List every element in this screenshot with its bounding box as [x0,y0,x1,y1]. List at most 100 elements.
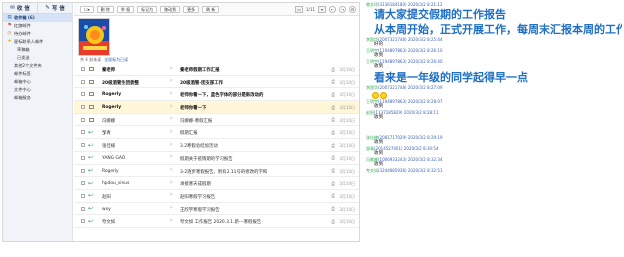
row-checkbox[interactable] [81,105,85,110]
email-subject: 3-2逐步寒假报告，附有2.11号的修改的学和 [180,169,268,175]
email-row[interactable]: ↩ 张佳楠 ⚐ 3.2寒假总结加活动 ⎙ 3月10日 [74,139,359,152]
replied-icon: ↩ [88,217,94,225]
next-page-icon[interactable]: → [339,6,346,13]
email-row[interactable]: 秦老师 ⚐ 秦老师假期工作汇报 ⎙ 3月10日 [74,63,359,76]
flag-outline-icon[interactable]: ⚐ [169,181,173,186]
report-button[interactable]: 举 报 [116,5,135,13]
sidebar-item[interactable]: 已发送 [3,54,72,62]
clock-icon: ◷ [7,31,12,36]
sender-name[interactable]: 夸文如 [366,168,378,173]
sidebar-item[interactable]: 邮件标签 [3,70,72,78]
email-sender: wxy [102,206,111,212]
email-time: 3月10日 [339,155,355,161]
sidebar-item-label: 邮件标签 [14,71,31,76]
promo-banner-image[interactable] [78,18,110,56]
sidebar-item-label: 其他2个文件夹 [14,63,42,68]
compose-button[interactable]: ✎ 写 信 [37,3,72,13]
email-row[interactable]: ↩ hpdou_sinus ⚐ 承接寒天成假期 ⎙ 3月10日 [74,177,359,190]
row-checkbox[interactable] [81,155,85,160]
row-checkbox[interactable] [81,67,85,71]
email-time: 3月10日 [339,67,355,72]
email-row[interactable]: ↩ 邹青 ⚐ 假期汇报 ⎙ 3月10日 [74,126,359,140]
flag-outline-icon[interactable]: ⚐ [169,79,173,84]
flag-icon: ⚑ [7,23,12,28]
email-sender: Rogerly [102,92,122,98]
row-checkbox[interactable] [81,79,85,84]
flag-outline-icon[interactable]: ⚐ [169,143,173,148]
row-checkbox[interactable] [81,130,85,135]
select-all-checkbox[interactable]: ☐▾ [80,5,94,13]
sidebar-item[interactable]: ◷ 待办邮件 [3,30,72,38]
prev-page-icon[interactable]: ← [329,6,336,13]
sidebar-item[interactable]: 草稿箱 [3,46,72,54]
email-row[interactable]: Rogerly ⚐ 老师你看一下，蓝色字体的部分是新改动的 ⎙ 3月10日 [74,88,359,102]
more-dropdown[interactable]: 更多 [183,5,200,13]
sidebar-item[interactable]: ▤ 收件箱 (6) [3,14,72,22]
email-sender: YANG GAO [102,155,126,161]
row-checkbox[interactable] [81,206,85,211]
row-checkbox[interactable] [81,193,85,198]
attachment-icon: ⎙ [331,118,335,124]
email-row[interactable]: 20级酒管生团委整 ⚐ 20级酒管-团支部工作 ⎙ 3月10日 [74,76,359,89]
row-checkbox[interactable] [81,219,85,224]
move-to-dropdown[interactable]: 移动到 [160,5,181,13]
row-checkbox[interactable] [81,143,85,148]
pencil-icon: ✎ [45,5,50,11]
sidebar-item[interactable]: ★ 星标联系人邮件 [3,38,72,46]
flag-outline-icon[interactable]: ⚐ [169,168,173,173]
flag-outline-icon[interactable]: ⚐ [169,155,173,160]
flag-outline-icon[interactable]: ⚐ [169,219,173,224]
highlighted-message: 看来是一年级的同学起得早一点 [374,71,528,84]
flag-outline-icon[interactable]: ⚐ [169,130,173,135]
message-time: 2020/3/2 8:29:19 [407,135,443,140]
email-subject: 王欣宇寒假学习报告 [180,207,220,213]
email-time: 3月10日 [339,117,355,123]
smiley-emoji-icon [372,91,379,99]
email-row[interactable]: ↩ 夸文如 ⚐ 夸文如 工作报告 2020.3.1.新---寒假报告 ⎙ 3月10日 [74,215,359,228]
flag-outline-icon[interactable]: ⚐ [169,92,173,97]
row-checkbox[interactable] [81,168,85,173]
email-row[interactable]: ↩ Rogerly ⚐ 3-2逐步寒假报告，附有2.11号的修改的学和 ⎙ 3月10日 [74,165,359,178]
row-checkbox[interactable] [81,117,85,122]
email-row[interactable]: 冯娜娜 ⚐ 冯娜娜-寒假汇报 ⎙ 3月10日 [74,114,359,127]
email-subject: 老师你看一下，蓝色字体的部分是新改动的 [180,93,264,99]
sender-name[interactable]: 赵阳 [366,110,374,115]
email-time: 3月10日 [339,168,355,174]
mail-sidebar: ✉ 收 信 ✎ 写 信 ▤ 收件箱 (6) ⚑ 红旗邮件 ◷ 待办邮件 ★ 星标联系人邮件 草稿箱已… [3,3,73,241]
flag-outline-icon[interactable]: ⚐ [169,105,173,110]
flag-outline-icon[interactable]: ⚐ [169,206,173,211]
sidebar-item[interactable]: 其他2个文件夹 [3,62,72,70]
receive-button[interactable]: ✉ 收 信 [3,3,37,13]
envelope-icon [89,117,94,122]
sidebar-item[interactable]: 邮箱服务 [3,94,72,102]
email-time: 3月10日 [339,105,355,111]
row-checkbox[interactable] [81,92,85,97]
email-row[interactable]: ↩ YANG GAO ⚐ 假期关于疫情期的学习报告 ⎙ 3月10日 [74,152,359,165]
compose-label: 写 信 [51,6,65,12]
message-time: 2020/3/2 8:30:54 [403,146,439,151]
flag-outline-icon[interactable]: ⚐ [169,67,173,72]
sidebar-item[interactable]: 文件中心 [3,86,72,94]
settings-gear-icon[interactable]: ⚙ [349,6,356,13]
delete-button[interactable]: 删 除 [96,5,114,13]
refresh-button[interactable]: 刷 新 [202,5,220,13]
sidebar-item[interactable]: 邮箱中心 [3,78,72,86]
message-time: 2020/3/2 8:27:09 [407,85,443,90]
filter-icon[interactable]: ▭ [295,6,304,13]
mail-window: ✉ 收 信 ✎ 写 信 ▤ 收件箱 (6) ⚑ 红旗邮件 ◷ 待办邮件 ★ 星标联系人邮件 草稿箱已… [2,2,360,242]
email-row[interactable]: Rogerly ⚐ 老师你看一下 ⎙ 3月10日 [74,101,359,114]
sidebar-item[interactable]: ⚑ 红旗邮件 [3,22,72,30]
email-time: 3月10日 [339,193,355,199]
sender-name[interactable]: 邹青 [366,146,374,151]
email-sender: 张佳楠 [102,144,116,150]
folder-list: ▤ 收件箱 (6) ⚑ 红旗邮件 ◷ 待办邮件 ★ 星标联系人邮件 草稿箱 已发送 其他2个文件夹邮… [3,14,72,102]
mark-as-dropdown[interactable]: 标记为 [137,5,158,13]
email-row[interactable]: ↩ 赵阳 ⚐ 赵阳寒假学习报告 ⎙ 3月10日 [74,190,359,203]
envelope-icon [89,105,94,110]
flag-outline-icon[interactable]: ⚐ [169,193,173,198]
page-select-icon[interactable]: ▾ [318,6,326,13]
email-row[interactable]: ↩ wxy ⚐ 王欣宇寒假学习报告 ⎙ 3月10日 [74,203,359,216]
flag-outline-icon[interactable]: ⚐ [169,117,173,122]
email-list: 秦老师 ⚐ 秦老师假期工作汇报 ⎙ 3月10日 20级酒管生团委整 ⚐ 20级酒管-团支部工作… [74,63,359,228]
row-checkbox[interactable] [81,181,85,186]
